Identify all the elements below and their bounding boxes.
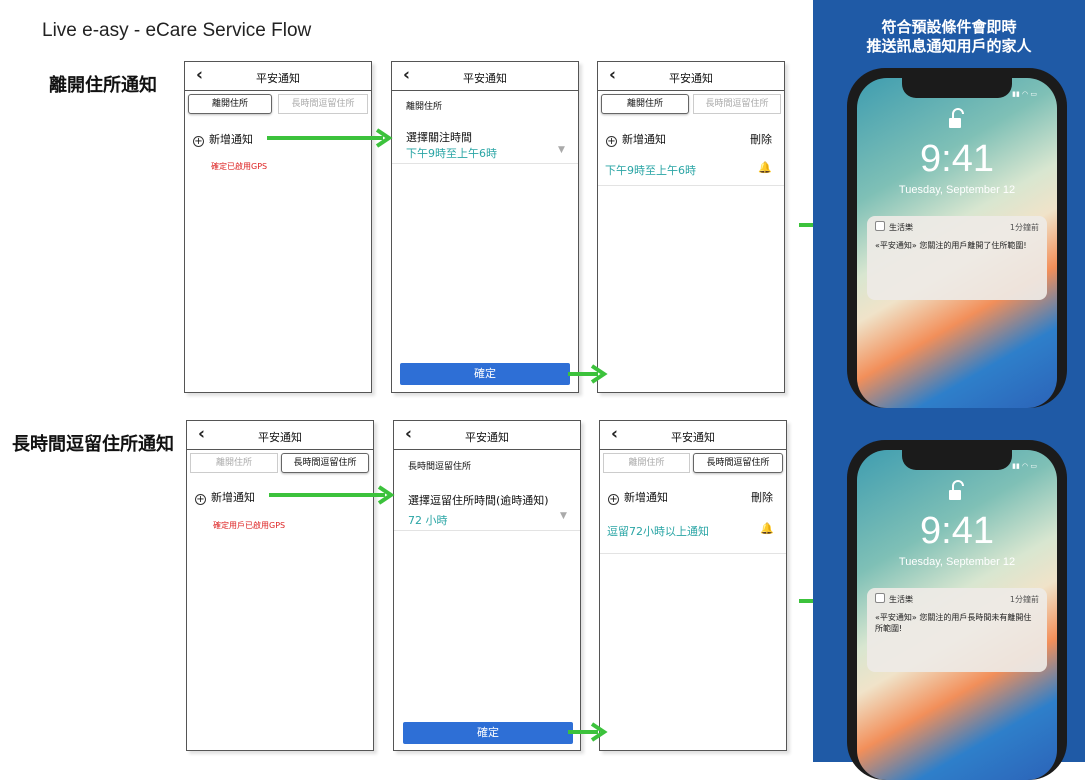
phone-mockup: ▮▮ ◠ ▭ 9:41 Tuesday, September 12 生活樂 1分…	[847, 68, 1067, 408]
notification-time: 1分鐘前	[1009, 595, 1039, 604]
add-notification-button[interactable]: + 新增通知	[193, 131, 253, 147]
tab-bar: 離開住所 長時間逗留住所	[600, 450, 786, 476]
screen-leave-result: ‹ 平安通知 離開住所 長時間逗留住所 + 新增通知 刪除 下午9時至上午6時 🔔	[597, 61, 785, 393]
divider	[598, 185, 784, 186]
divider	[392, 163, 578, 164]
confirm-button[interactable]: 確定	[400, 363, 570, 385]
delete-button[interactable]: 刪除	[751, 489, 773, 505]
add-notification-label: 新增通知	[622, 133, 666, 146]
phone-screen: ▮▮ ◠ ▭ 9:41 Tuesday, September 12 生活樂 1分…	[857, 78, 1057, 408]
add-circle-icon: +	[193, 136, 204, 147]
tab-bar: 離開住所 長時間逗留住所	[187, 450, 373, 476]
status-bar-icons: ▮▮ ◠ ▭	[1012, 462, 1037, 470]
app-name: 生活樂	[889, 223, 913, 232]
add-circle-icon: +	[195, 494, 206, 505]
lock-clock: 9:41	[920, 138, 994, 180]
duration-select[interactable]: 72 小時	[408, 512, 448, 528]
confirm-button[interactable]: 確定	[403, 722, 573, 744]
status-bar-icons: ▮▮ ◠ ▭	[1012, 90, 1037, 98]
flow-title: Live e-asy - eCare Service Flow	[42, 20, 312, 41]
screen-title: 平安通知	[671, 431, 715, 444]
delete-button[interactable]: 刪除	[750, 131, 772, 147]
screen-title: 平安通知	[465, 431, 509, 444]
lock-clock: 9:41	[920, 510, 994, 552]
panel-title: 符合預設條件會即時 推送訊息通知用戶的家人	[813, 18, 1085, 56]
flow-arrow-icon	[267, 128, 393, 148]
flow-arrow-icon	[568, 364, 608, 384]
add-notification-label: 新增通知	[624, 491, 668, 504]
app-name: 生活樂	[889, 595, 913, 604]
screen-header: ‹ 平安通知	[392, 62, 578, 91]
add-notification-button[interactable]: + 新增通知	[606, 131, 666, 147]
section-label: 長時間逗留住所	[408, 462, 472, 472]
tab-leave-home[interactable]: 離開住所	[603, 453, 690, 473]
row-label-leave-home: 離開住所通知	[49, 75, 157, 96]
screen-stay-list: ‹ 平安通知 離開住所 長時間逗留住所 + 新增通知 確定用戶已啟用GPS	[186, 420, 374, 751]
flow-arrow-icon	[269, 485, 395, 505]
screen-title: 平安通知	[256, 72, 300, 85]
notification-message: «平安通知» 您關注的用戶離開了住所範圍!	[875, 241, 1027, 250]
push-notification[interactable]: 生活樂 1分鐘前 «平安通知» 您關注的用戶長時間未有離開住所範圍!	[867, 588, 1047, 672]
screen-title: 平安通知	[258, 431, 302, 444]
time-range-select[interactable]: 下午9時至上午6時	[406, 145, 497, 161]
screen-leave-list: ‹ 平安通知 離開住所 長時間逗留住所 + 新增通知 確定已啟用GPS	[184, 61, 372, 393]
screen-header: ‹ 平安通知	[600, 421, 786, 450]
flow-arrow-icon	[568, 722, 608, 742]
notification-entry[interactable]: 下午9時至上午6時	[605, 162, 696, 178]
add-notification-label: 新增通知	[211, 491, 255, 504]
phone-mockup: ▮▮ ◠ ▭ 9:41 Tuesday, September 12 生活樂 1分…	[847, 440, 1067, 780]
section-label: 離開住所	[406, 102, 443, 112]
phone-notch	[902, 78, 1012, 98]
panel-title-line2: 推送訊息通知用戶的家人	[866, 37, 1032, 55]
unlock-icon	[949, 108, 964, 128]
add-circle-icon: +	[606, 136, 617, 147]
tab-long-stay[interactable]: 長時間逗留住所	[693, 453, 783, 473]
notification-message: «平安通知» 您關注的用戶長時間未有離開住所範圍!	[875, 613, 1032, 633]
tab-leave-home[interactable]: 離開住所	[601, 94, 689, 114]
screen-title: 平安通知	[669, 72, 713, 85]
screen-stay-config: ‹ 平安通知 長時間逗留住所 選擇逗留住所時間(逾時通知) 72 小時 ▼ 確定	[393, 420, 581, 751]
lock-date: Tuesday, September 12	[898, 184, 1016, 196]
notification-entry[interactable]: 逗留72小時以上通知	[607, 523, 709, 539]
panel-title-line1: 符合預設條件會即時	[881, 18, 1017, 36]
field-label: 選擇逗留住所時間(逾時通知)	[408, 494, 549, 507]
add-circle-icon: +	[608, 494, 619, 505]
tab-leave-home[interactable]: 離開住所	[190, 453, 278, 473]
unlock-icon	[949, 480, 964, 500]
screen-stay-result: ‹ 平安通知 離開住所 長時間逗留住所 + 新增通知 刪除 逗留72小時以上通知 …	[599, 420, 787, 751]
push-notification[interactable]: 生活樂 1分鐘前 «平安通知» 您關注的用戶離開了住所範圍!	[867, 216, 1047, 300]
app-icon	[875, 221, 885, 231]
divider	[394, 530, 580, 531]
tab-bar: 離開住所 長時間逗留住所	[185, 91, 371, 117]
screen-header: ‹ 平安通知	[187, 421, 373, 450]
screen-header: ‹ 平安通知	[394, 421, 580, 450]
screen-leave-config: ‹ 平安通知 離開住所 選擇關注時間 下午9時至上午6時 ▼ 確定	[391, 61, 579, 393]
bell-icon[interactable]: 🔔	[758, 161, 772, 174]
gps-warning: 確定用戶已啟用GPS	[213, 521, 286, 530]
tab-long-stay[interactable]: 長時間逗留住所	[278, 94, 368, 114]
add-notification-label: 新增通知	[209, 133, 253, 146]
dropdown-arrow-icon[interactable]: ▼	[560, 511, 567, 521]
screen-header: ‹ 平安通知	[185, 62, 371, 91]
phone-notch	[902, 450, 1012, 470]
screen-title: 平安通知	[463, 72, 507, 85]
tab-long-stay[interactable]: 長時間逗留住所	[281, 453, 369, 473]
tab-long-stay[interactable]: 長時間逗留住所	[693, 94, 781, 114]
phone-screen: ▮▮ ◠ ▭ 9:41 Tuesday, September 12 生活樂 1分…	[857, 450, 1057, 780]
add-notification-button[interactable]: + 新增通知	[608, 489, 668, 505]
screen-header: ‹ 平安通知	[598, 62, 784, 91]
bell-icon[interactable]: 🔔	[760, 522, 774, 535]
add-notification-button[interactable]: + 新增通知	[195, 489, 255, 505]
dropdown-arrow-icon[interactable]: ▼	[558, 145, 565, 155]
divider	[600, 553, 786, 554]
field-label: 選擇關注時間	[406, 131, 472, 144]
lock-date: Tuesday, September 12	[898, 556, 1016, 568]
gps-warning: 確定已啟用GPS	[211, 162, 268, 171]
app-icon	[875, 593, 885, 603]
tab-bar: 離開住所 長時間逗留住所	[598, 91, 784, 117]
row-label-long-stay: 長時間逗留住所通知	[12, 434, 174, 455]
tab-leave-home[interactable]: 離開住所	[188, 94, 272, 114]
notification-time: 1分鐘前	[1009, 223, 1039, 232]
